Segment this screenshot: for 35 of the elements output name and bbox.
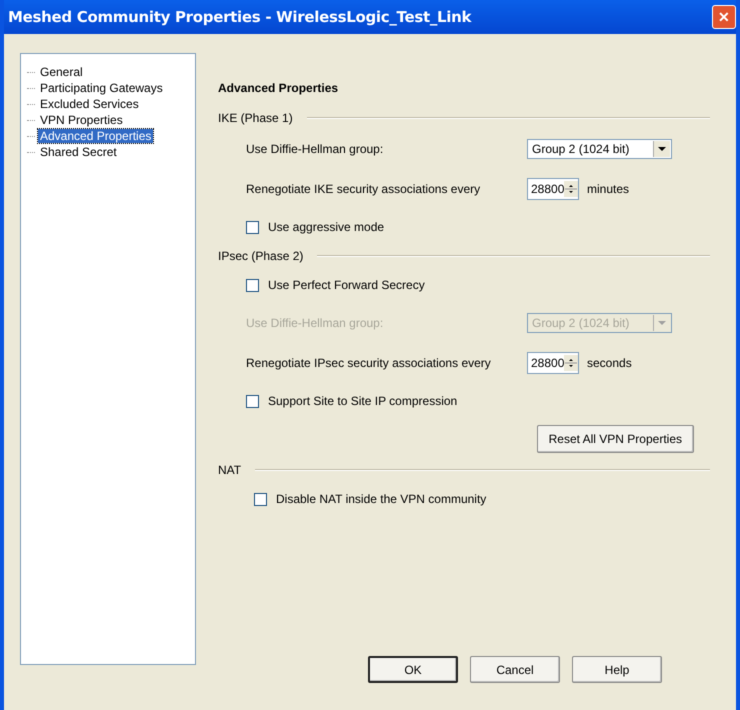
group-dropdown[interactable]: Group 2 (1024 bit) [527,139,672,159]
field-label: Use Diffie-Hellman group: [246,316,384,330]
checkbox-label: Support Site to Site IP compression [268,394,458,408]
reset-button[interactable]: Reset All VPN Properties [536,425,694,453]
dialog-button[interactable]: Help [572,656,662,683]
checkbox[interactable] [254,492,267,506]
close-button[interactable]: ✕ [712,5,736,29]
dialog-button[interactable]: OK [368,656,458,683]
field-label: Use Diffie-Hellman group: [246,142,384,156]
spin-field[interactable]: 28800 [527,352,579,374]
tree-item[interactable]: General [38,65,85,79]
spin-arrows-icon [564,181,578,197]
tree-item[interactable]: VPN Properties [38,113,125,127]
spin-arrows-icon [564,355,578,371]
checkbox[interactable] [246,220,259,234]
section-title: IKE (Phase 1) [218,111,293,125]
checkbox-label: Use aggressive mode [268,220,384,234]
checkbox[interactable] [246,394,259,408]
dialog-button[interactable]: Cancel [470,656,560,683]
page-heading: Advanced Properties [218,81,340,97]
section-title: NAT [218,463,242,477]
tree-item[interactable]: Advanced Properties [38,129,154,143]
spin-field[interactable]: 28800 [527,178,579,200]
unit-label: minutes [587,182,630,196]
tree-item[interactable]: Participating Gateways [38,81,165,95]
tree-item[interactable]: Shared Secret [38,145,119,159]
checkbox[interactable] [246,278,259,292]
field-label: Renegotiate IKE security associations every [246,182,482,196]
window-title: Meshed Community Properties - WirelessLogic_Test_Link [8,8,472,26]
checkbox-label: Use Perfect Forward Secrecy [268,278,425,292]
unit-label: seconds [587,356,632,370]
tree-item[interactable]: Excluded Services [38,97,141,111]
section-title: IPsec (Phase 2) [218,249,304,263]
field-label: Renegotiate IPsec security associations every [246,356,492,370]
checkbox-label: Disable NAT inside the VPN community [276,492,486,506]
